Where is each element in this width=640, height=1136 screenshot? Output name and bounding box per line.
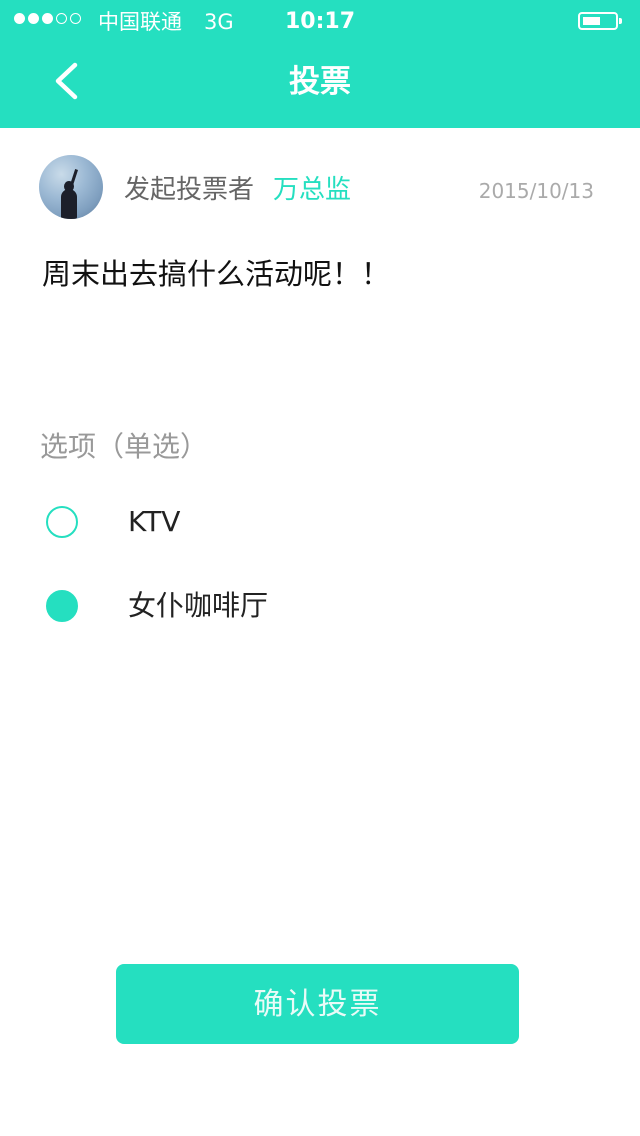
radio-checked-icon[interactable] — [46, 590, 78, 622]
initiator-label: 发起投票者 — [124, 175, 255, 205]
avatar-figure-body — [61, 189, 77, 219]
page-title: 投票 — [289, 64, 351, 100]
poll-question: 周末出去搞什么活动呢！！ — [42, 257, 391, 291]
battery-nub — [619, 18, 622, 24]
chevron-left-icon — [55, 62, 78, 100]
poll-option-ktv[interactable]: KTV — [40, 492, 600, 552]
battery-level — [583, 17, 600, 25]
poll-option-maid-cafe[interactable]: 女仆咖啡厅 — [40, 576, 600, 636]
back-button[interactable] — [44, 60, 92, 104]
initiator-name-link[interactable]: 万总监 — [273, 172, 351, 208]
confirm-vote-button[interactable]: 确认投票 — [116, 964, 519, 1044]
radio-unchecked-icon[interactable] — [46, 506, 78, 538]
status-time: 10:17 — [284, 9, 356, 34]
header-bar: 中国联通 3G 10:17 投票 — [0, 0, 640, 128]
avatar[interactable] — [39, 155, 103, 219]
nav-bar: 投票 — [0, 44, 640, 128]
status-bar: 中国联通 3G 10:17 — [0, 0, 640, 44]
post-date: 2015/10/13 — [478, 179, 594, 203]
option-label: 女仆咖啡厅 — [128, 589, 269, 622]
options-label: 选项（单选） — [40, 430, 209, 463]
option-label: KTV — [128, 505, 181, 538]
battery-icon — [578, 12, 622, 30]
